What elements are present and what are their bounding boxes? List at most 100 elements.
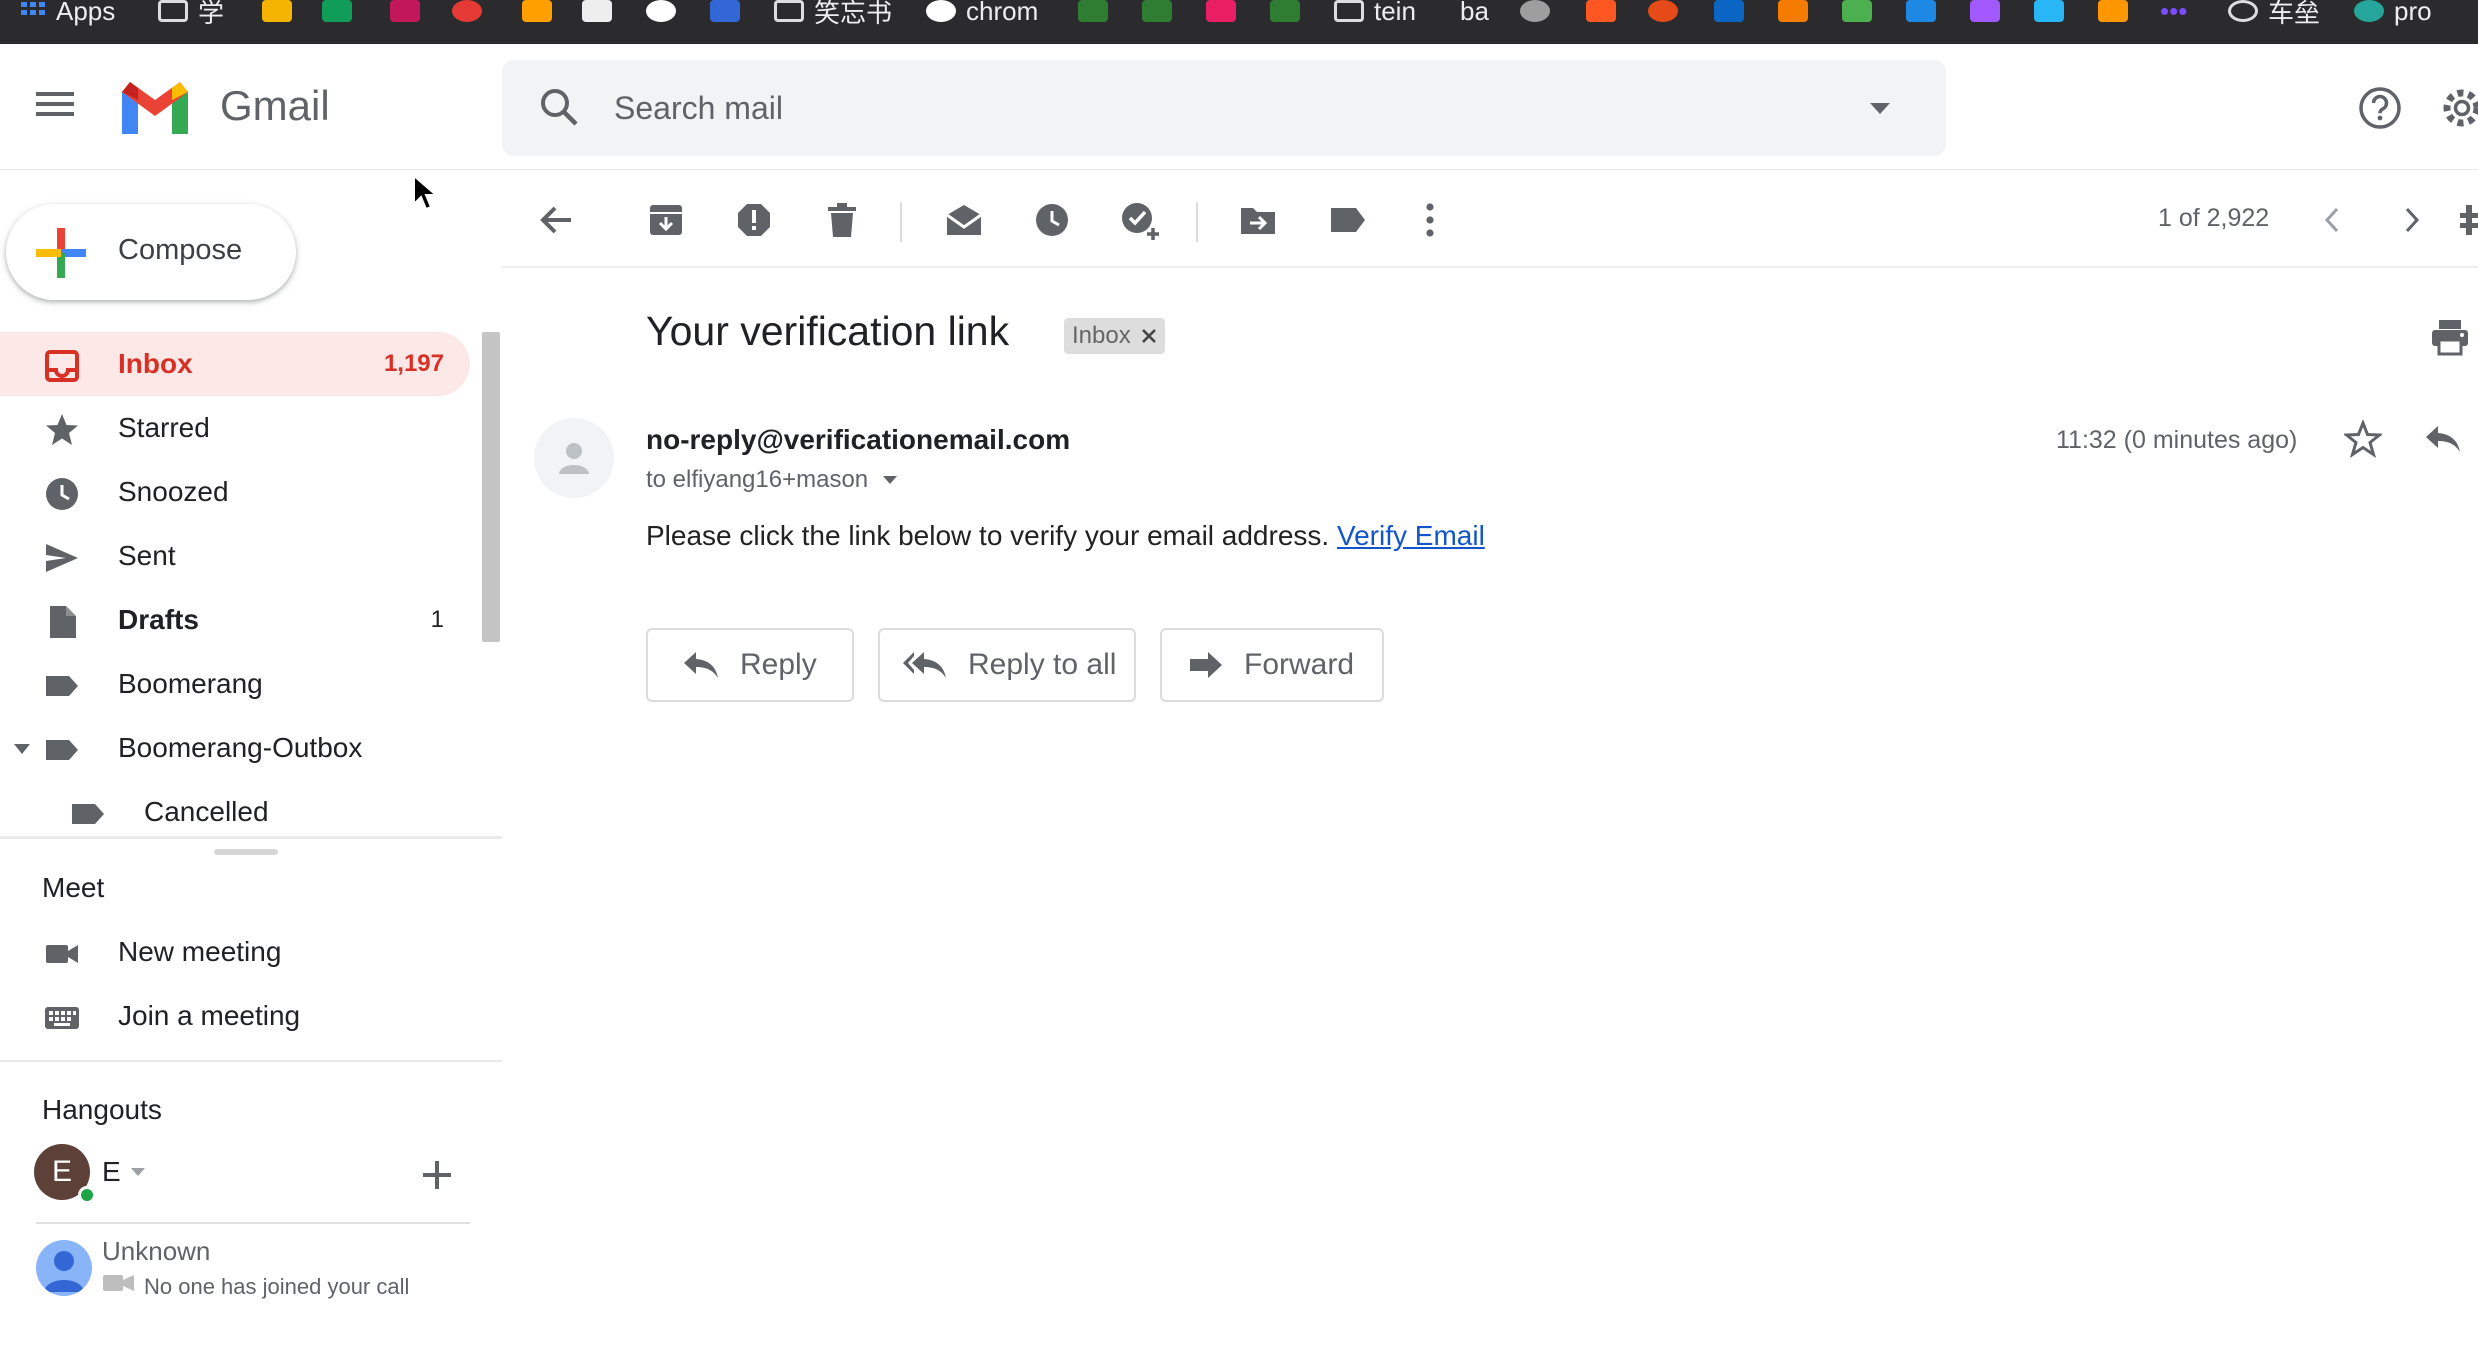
forward-button[interactable]: Forward [1160, 628, 1384, 702]
back-button[interactable] [534, 198, 578, 242]
archive-button[interactable] [644, 198, 688, 242]
search-options-caret-icon[interactable] [1868, 98, 1892, 118]
show-details-caret-icon[interactable] [882, 474, 898, 486]
site-icon [1648, 0, 1678, 22]
bookmark-label: 笑忘书 [814, 0, 893, 28]
add-conversation-icon[interactable] [420, 1158, 454, 1192]
bookmark-item[interactable] [1714, 0, 1744, 22]
globe-icon [926, 0, 956, 22]
remove-label-icon[interactable] [1141, 328, 1157, 344]
bookmark-item[interactable] [322, 0, 352, 22]
bookmark-item[interactable] [1206, 0, 1236, 22]
gmail-logo[interactable]: Gmail [118, 78, 330, 134]
bookmark-item[interactable] [262, 0, 292, 22]
move-to-button[interactable] [1236, 198, 1280, 242]
inbox-label-chip[interactable]: Inbox [1064, 318, 1165, 354]
bookmark-item[interactable] [1970, 0, 2000, 22]
reply-icon[interactable] [2424, 422, 2462, 456]
bookmark-item[interactable] [1842, 0, 1872, 22]
sidebar-item-starred[interactable]: Starred [0, 396, 470, 460]
sidebar-item-drafts[interactable]: Drafts 1 [0, 588, 470, 652]
bookmark-item[interactable] [390, 0, 420, 22]
search-icon[interactable] [538, 86, 582, 130]
label-icon [1331, 208, 1365, 232]
bookmark-item[interactable] [452, 0, 482, 22]
sidebar-item-boomerang-outbox[interactable]: Boomerang-Outbox [0, 716, 470, 780]
site-icon [1778, 0, 1808, 22]
bookmark-item[interactable]: ••• [2160, 0, 2187, 26]
bookmark-item[interactable] [1586, 0, 1616, 22]
mark-unread-button[interactable] [942, 198, 986, 242]
star-outline-icon[interactable] [2344, 420, 2382, 458]
bookmark-item[interactable] [710, 0, 740, 22]
hangouts-user-name[interactable]: E [102, 1156, 121, 1188]
resize-handle[interactable] [214, 849, 278, 855]
bookmark-item[interactable] [2098, 0, 2128, 22]
bookmark-item[interactable]: 学 [158, 0, 224, 28]
bookmark-item[interactable] [2034, 0, 2064, 22]
site-icon [1206, 0, 1236, 22]
sidebar-item-cancelled[interactable]: Cancelled [0, 780, 470, 844]
sidebar-item-inbox[interactable]: Inbox 1,197 [0, 332, 470, 396]
bookmark-item[interactable] [1520, 0, 1550, 22]
compose-button[interactable]: Compose [6, 204, 296, 300]
bookmark-item[interactable] [1778, 0, 1808, 22]
star-icon [46, 414, 78, 445]
bookmark-item[interactable] [646, 0, 676, 22]
bookmark-item[interactable]: chrom [926, 0, 1038, 26]
meet-section-title: Meet [42, 872, 105, 903]
add-to-tasks-button[interactable] [1118, 198, 1162, 242]
search-bar[interactable] [502, 60, 1946, 156]
bookmark-apps[interactable]: Apps [20, 0, 115, 26]
bookmark-item[interactable] [522, 0, 552, 22]
input-tools-button[interactable] [2460, 198, 2478, 242]
search-input[interactable] [614, 82, 1714, 134]
sender-email[interactable]: no-reply@verificationemail.com [646, 424, 1070, 456]
bookmark-item[interactable] [1270, 0, 1300, 22]
hangouts-divider [36, 1222, 470, 1224]
sidebar-item-boomerang[interactable]: Boomerang [0, 652, 470, 716]
chevron-right-icon [2405, 207, 2420, 233]
person-icon [44, 1251, 84, 1292]
bookmark-item[interactable] [1142, 0, 1172, 22]
new-meeting-item[interactable]: New meeting [0, 920, 470, 984]
avatar-initial: E [51, 1155, 72, 1188]
bookmark-item[interactable] [1906, 0, 1936, 22]
bookmark-item[interactable]: tein [1334, 0, 1416, 26]
bookmark-item[interactable] [1648, 0, 1678, 22]
bookmark-label: chrom [966, 0, 1039, 26]
bookmark-item[interactable]: 笑忘书 [774, 0, 892, 28]
recipient-line[interactable]: to elfiyang16+mason [646, 466, 898, 494]
site-icon [2034, 0, 2064, 22]
bookmark-label: 学 [198, 0, 225, 28]
labels-button[interactable] [1326, 198, 1370, 242]
reply-button[interactable]: Reply [646, 628, 854, 702]
verify-email-link[interactable]: Verify Email [1337, 520, 1485, 551]
print-icon[interactable] [2430, 318, 2470, 356]
bookmark-item[interactable]: 车垒 [2228, 0, 2320, 28]
help-icon[interactable] [2358, 86, 2402, 130]
bookmark-item[interactable] [1078, 0, 1108, 22]
delete-button[interactable] [820, 198, 864, 242]
report-spam-button[interactable] [732, 198, 776, 242]
bookmark-item[interactable] [582, 0, 612, 22]
reply-all-button[interactable]: Reply to all [878, 628, 1136, 702]
sidebar-scrollbar[interactable] [482, 332, 500, 642]
contact-avatar[interactable] [36, 1240, 92, 1296]
older-button[interactable] [2390, 198, 2434, 242]
more-options-button[interactable] [1408, 198, 1452, 242]
snooze-button[interactable] [1030, 198, 1074, 242]
newer-button[interactable] [2310, 198, 2354, 242]
bookmark-item[interactable]: ba [1460, 0, 1489, 26]
sender-avatar[interactable] [534, 418, 614, 498]
bookmark-item[interactable]: pro [2354, 0, 2432, 26]
sidebar-item-snoozed[interactable]: Snoozed [0, 460, 470, 524]
main-menu-button[interactable] [36, 88, 86, 128]
status-caret-icon[interactable] [130, 1166, 146, 1178]
contact-name[interactable]: Unknown [102, 1236, 210, 1267]
sidebar-item-sent[interactable]: Sent [0, 524, 470, 588]
join-meeting-item[interactable]: Join a meeting [0, 984, 470, 1048]
gear-icon[interactable] [2440, 86, 2478, 130]
site-icon [1078, 0, 1108, 22]
expand-caret-icon[interactable] [12, 742, 32, 756]
